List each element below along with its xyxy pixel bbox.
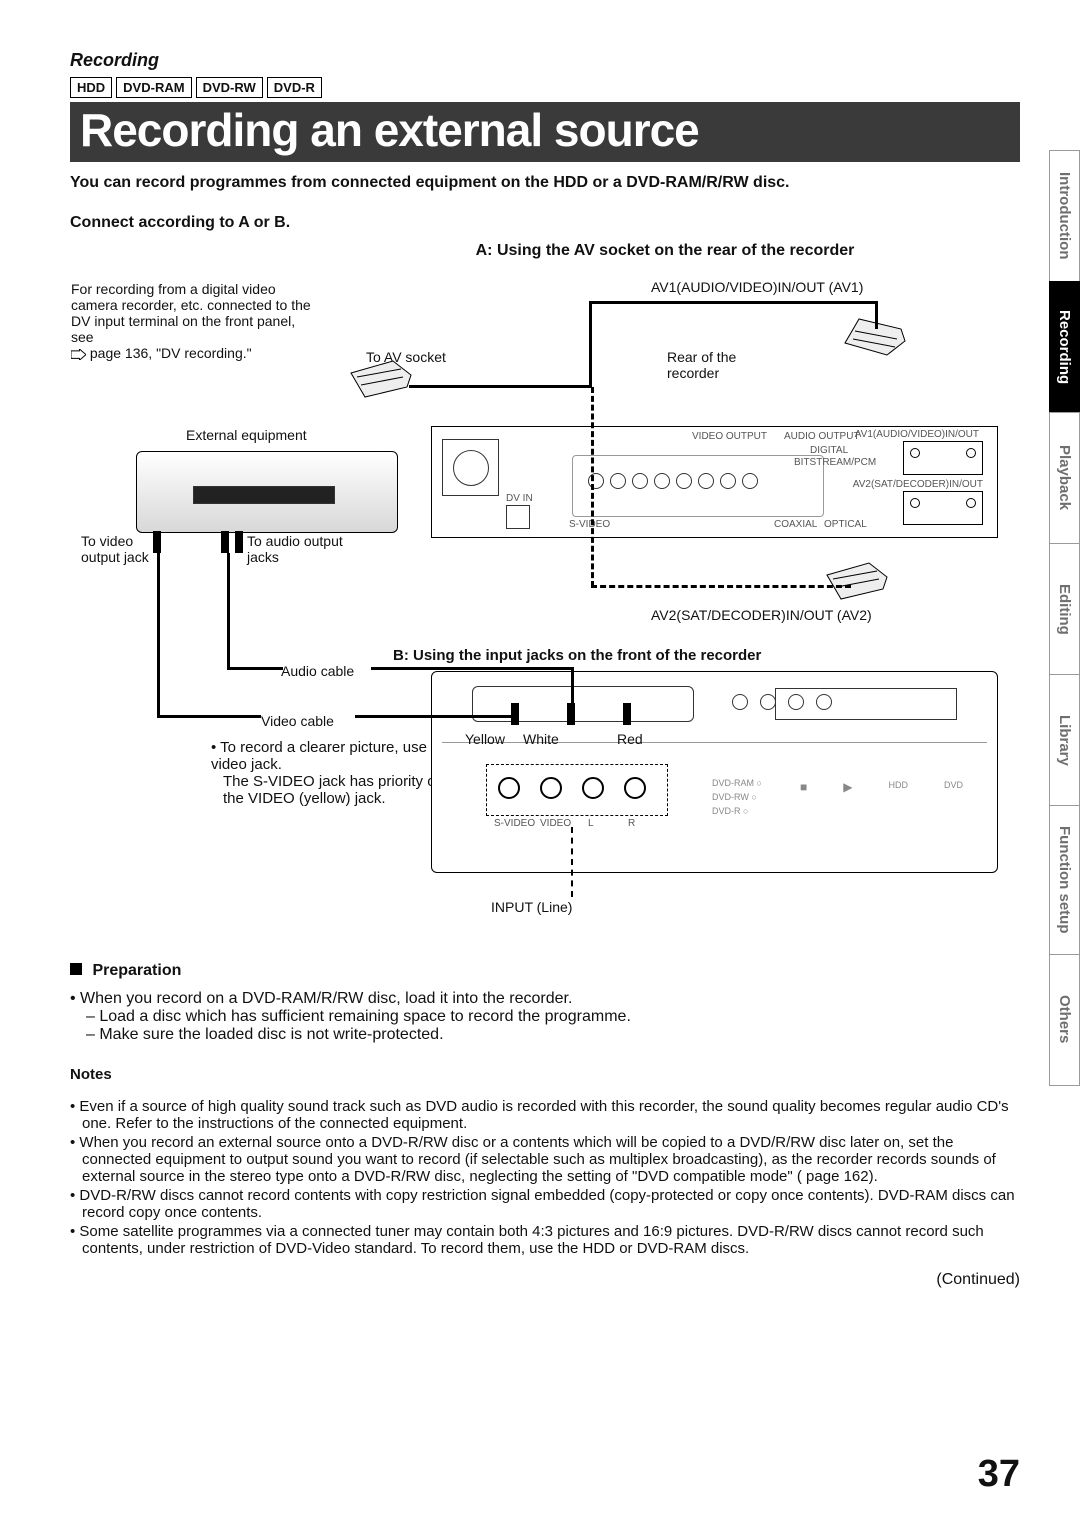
- tab-introduction[interactable]: Introduction: [1049, 150, 1080, 281]
- dv-note-text: For recording from a digital video camer…: [71, 281, 311, 345]
- panel-label-dvin: DV IN: [506, 493, 533, 504]
- label-rear: Rear of the recorder: [667, 349, 767, 381]
- label-audio-cable: Audio cable: [281, 663, 354, 679]
- panel-label-video-out: VIDEO OUTPUT: [692, 431, 767, 442]
- prep-item-1: • When you record on a DVD-RAM/R/RW disc…: [70, 990, 1020, 1008]
- notes-heading: Notes: [70, 1066, 1020, 1083]
- badge-hdd: HDD: [70, 77, 112, 98]
- label-to-audio: To audio output jacks: [247, 533, 347, 565]
- audio-plug-l: [221, 531, 229, 553]
- scart-av2: [903, 491, 983, 525]
- label-white: White: [523, 731, 559, 747]
- lead-text: You can record programmes from connected…: [70, 174, 1020, 192]
- prep-item-3: – Make sure the loaded disc is not write…: [70, 1026, 1020, 1044]
- front-label-svideo: S-VIDEO: [494, 818, 535, 829]
- note-4: • Some satellite programmes via a connec…: [70, 1223, 1020, 1257]
- audio-plug-r: [235, 531, 243, 553]
- label-av2: AV2(SAT/DECODER)IN/OUT (AV2): [651, 607, 872, 623]
- scart-av1: [903, 441, 983, 475]
- tab-library[interactable]: Library: [1049, 674, 1080, 805]
- label-av1: AV1(AUDIO/VIDEO)IN/OUT (AV1): [651, 279, 863, 295]
- panel-label-audio-out: AUDIO OUTPUT: [784, 431, 860, 442]
- panel-label-bitstream: BITSTREAM/PCM: [794, 457, 876, 468]
- option-a-title: A: Using the AV socket on the rear of th…: [310, 242, 1020, 260]
- front-label-video: VIDEO: [540, 818, 571, 829]
- note-1: • Even if a source of high quality sound…: [70, 1098, 1020, 1132]
- external-equipment: [136, 451, 398, 533]
- tab-recording[interactable]: Recording: [1049, 281, 1080, 412]
- tab-function-setup[interactable]: Function setup: [1049, 805, 1080, 954]
- cable-note-1: • To record a clearer picture, use the S…: [211, 739, 466, 773]
- input-highlight: [486, 764, 668, 816]
- badge-dvd-ram: DVD-RAM: [116, 77, 191, 98]
- recorder-front-panel: ■ ▶ HDD DVD S-VIDEO VIDEO L R DVD-RAM ○D…: [431, 671, 998, 873]
- manual-page: Introduction Recording Playback Editing …: [0, 0, 1080, 1526]
- scart-plug-left: [347, 357, 417, 402]
- dv-note: For recording from a digital video camer…: [71, 281, 321, 361]
- panel-label-av1-tiny: AV1(AUDIO/VIDEO)IN/OUT: [855, 429, 979, 440]
- plug-red: [623, 703, 631, 725]
- tab-playback[interactable]: Playback: [1049, 412, 1080, 543]
- note-2: • When you record an external source ont…: [70, 1134, 1020, 1185]
- tab-others[interactable]: Others: [1049, 954, 1080, 1086]
- dv-ref: page 136, "DV recording.": [90, 345, 252, 361]
- label-input-line: INPUT (Line): [491, 899, 572, 915]
- label-video-cable: Video cable: [261, 713, 334, 729]
- label-yellow: Yellow: [465, 731, 505, 747]
- preparation-heading: Preparation: [70, 962, 1020, 980]
- connection-diagram: For recording from a digital video camer…: [70, 270, 1020, 952]
- label-external-equipment: External equipment: [186, 427, 307, 443]
- play-icon: ▶: [843, 780, 852, 794]
- page-title: Recording an external source: [80, 106, 1010, 154]
- square-bullet-icon: [70, 963, 82, 975]
- note-3: • DVD-R/RW discs cannot record contents …: [70, 1187, 1020, 1221]
- panel-label-av2-tiny: AV2(SAT/DECODER)IN/OUT: [853, 479, 983, 490]
- arrow-icon: [71, 349, 86, 361]
- label-to-video: To video output jack: [81, 533, 163, 565]
- badge-dvd-r: DVD-R: [267, 77, 322, 98]
- prep-item-2: – Load a disc which has sufficient remai…: [70, 1008, 1020, 1026]
- panel-label-optical: OPTICAL: [824, 519, 867, 530]
- panel-label-digital: DIGITAL: [810, 445, 848, 456]
- section-tabs: Introduction Recording Playback Editing …: [1049, 150, 1080, 1086]
- scart-plug-av2: [821, 561, 891, 606]
- badge-dvd-rw: DVD-RW: [196, 77, 263, 98]
- section-label: Recording: [70, 50, 1020, 71]
- plug-yellow: [511, 703, 519, 725]
- panel-label-coax: COAXIAL: [774, 519, 817, 530]
- recorder-rear-panel: DV IN VIDEO OUTPUT AUDIO OUTPUT S-VIDEO …: [431, 426, 998, 538]
- page-number: 37: [978, 1453, 1020, 1496]
- tab-editing[interactable]: Editing: [1049, 543, 1080, 674]
- label-red: Red: [617, 731, 643, 747]
- page-title-bar: Recording an external source: [70, 102, 1020, 162]
- front-label-r: R: [628, 818, 635, 829]
- front-label-l: L: [588, 818, 594, 829]
- connect-heading: Connect according to A or B.: [70, 214, 1020, 232]
- panel-label-svideo: S-VIDEO: [569, 519, 610, 530]
- media-badges: HDD DVD-RAM DVD-RW DVD-R: [70, 77, 1020, 98]
- option-b-title: B: Using the input jacks on the front of…: [393, 647, 761, 664]
- continued-label: (Continued): [70, 1271, 1020, 1289]
- stop-icon: ■: [800, 780, 807, 794]
